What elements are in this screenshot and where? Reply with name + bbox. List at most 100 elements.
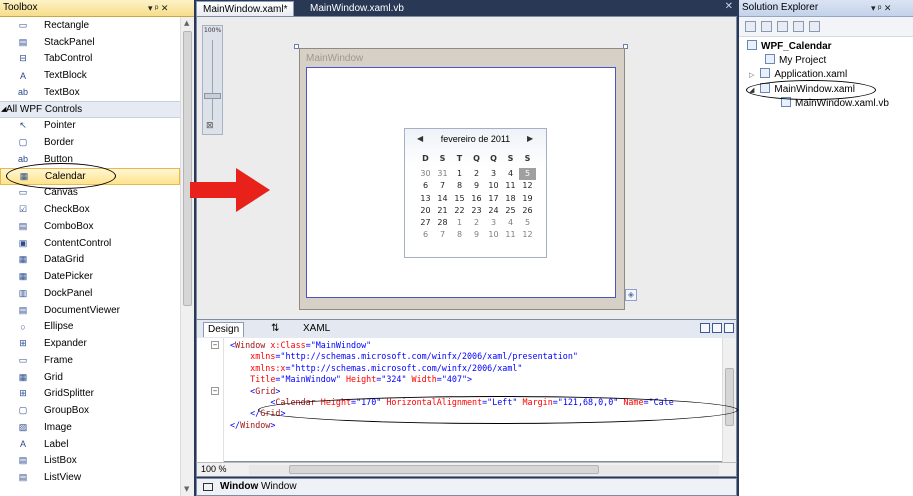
toolbox-item-expander[interactable]: ⊞ Expander — [0, 335, 180, 352]
calendar-day[interactable]: 7 — [434, 229, 451, 241]
xaml-zoom-select[interactable]: 100 % — [201, 464, 227, 474]
fold-toggle-icon[interactable]: − — [211, 387, 219, 395]
toolbox-item-textblock[interactable]: A TextBlock — [0, 67, 180, 84]
breadcrumb-item[interactable]: Window — [261, 481, 297, 492]
toolbox-item-documentviewer[interactable]: ▤ DocumentViewer — [0, 302, 180, 319]
toolbox-item-rectangle[interactable]: ▭ Rectangle — [0, 17, 180, 34]
calendar-day[interactable]: 31 — [434, 168, 451, 180]
zoom-fit-icon[interactable]: ⊠ — [206, 121, 214, 131]
view-designer-icon[interactable] — [809, 21, 820, 32]
calendar-day[interactable]: 17 — [485, 193, 502, 205]
fold-toggle-icon[interactable]: − — [211, 341, 219, 349]
toolbox-item-checkbox[interactable]: ☑ CheckBox — [0, 201, 180, 218]
calendar-day[interactable]: 2 — [468, 217, 485, 229]
toolbox-item-tabcontrol[interactable]: ⊟ TabControl — [0, 51, 180, 68]
calendar-day[interactable]: 26 — [519, 205, 536, 217]
scroll-down-icon[interactable]: ▼ — [184, 485, 189, 493]
collapse-arrow-icon[interactable]: ◢ — [749, 87, 754, 94]
toolbox-item-groupbox[interactable]: ▢ GroupBox — [0, 402, 180, 419]
properties-icon[interactable] — [745, 21, 756, 32]
code-line[interactable]: xmlns="http://schemas.microsoft.com/winf… — [230, 351, 720, 362]
calendar-day[interactable]: 12 — [519, 180, 536, 192]
xaml-editor[interactable]: − − <Window x:Class="MainWindow" xmlns="… — [196, 338, 737, 462]
tab-mainwindow-xaml[interactable]: MainWindow.xaml* — [196, 1, 295, 16]
calendar-day[interactable]: 11 — [502, 180, 519, 192]
calendar-day[interactable]: 18 — [502, 193, 519, 205]
toolbox-item-contentcontrol[interactable]: ▣ ContentControl — [0, 235, 180, 252]
code-line[interactable]: Title="MainWindow" Height="324" Width="4… — [230, 374, 720, 385]
resize-grip-icon[interactable]: ◈ — [625, 289, 637, 301]
calendar-day[interactable]: 15 — [451, 193, 468, 205]
toolbox-item-label[interactable]: A Label — [0, 436, 180, 453]
xaml-hscroll-thumb[interactable] — [289, 465, 599, 474]
tab-mainwindow-xaml-vb[interactable]: MainWindow.xaml.vb — [304, 1, 410, 16]
calendar-day[interactable]: 5 — [519, 217, 536, 229]
calendar-day[interactable]: 10 — [485, 180, 502, 192]
code-line[interactable]: <Window x:Class="MainWindow" — [230, 340, 720, 351]
calendar-day[interactable]: 22 — [451, 205, 468, 217]
toolbox-item-grid[interactable]: ▦ Grid — [0, 369, 180, 386]
xaml-code[interactable]: <Window x:Class="MainWindow" xmlns="http… — [230, 340, 720, 431]
calendar-day[interactable]: 11 — [502, 229, 519, 241]
expand-arrow-icon[interactable]: ▷ — [749, 72, 754, 79]
toolbox-section-header[interactable]: ◢ All WPF Controls — [0, 100, 180, 118]
toolbox-item-image[interactable]: ▨ Image — [0, 419, 180, 436]
calendar-day[interactable]: 6 — [417, 229, 434, 241]
toolbox-item-datepicker[interactable]: ▦ DatePicker — [0, 268, 180, 285]
calendar-day[interactable]: 5 — [519, 168, 536, 181]
toolbox-item-calendar[interactable]: ▦ Calendar — [0, 167, 180, 185]
xaml-vertical-scrollbar[interactable] — [722, 338, 736, 462]
calendar-day[interactable]: 20 — [417, 205, 434, 217]
swap-panes-button[interactable]: ⇅ — [267, 322, 283, 337]
calendar-day[interactable]: 12 — [519, 229, 536, 241]
calendar-day[interactable]: 13 — [417, 193, 434, 205]
calendar-day[interactable]: 6 — [417, 180, 434, 192]
xaml-horizontal-scrollbar[interactable] — [249, 465, 719, 475]
toolbox-item-combobox[interactable]: ▤ ComboBox — [0, 218, 180, 235]
solution-window-controls[interactable]: ▾ ᵖ ✕ — [871, 0, 891, 16]
toolbox-item-pointer[interactable]: ↖ Pointer — [0, 118, 180, 135]
calendar-day[interactable]: 1 — [451, 168, 468, 180]
code-line[interactable]: <Calendar Height="170" HorizontalAlignme… — [230, 397, 720, 408]
tree-item-mainwindow-xaml-vb[interactable]: MainWindow.xaml.vb — [781, 97, 889, 109]
calendar-day[interactable]: 7 — [434, 180, 451, 192]
scroll-up-icon[interactable]: ▲ — [184, 19, 189, 27]
code-line[interactable]: <Grid> — [230, 386, 720, 397]
tab-xaml[interactable]: XAML — [299, 322, 334, 337]
calendar-day[interactable]: 19 — [519, 193, 536, 205]
calendar-day[interactable]: 23 — [468, 205, 485, 217]
calendar-day[interactable]: 4 — [502, 217, 519, 229]
calendar-day[interactable]: 14 — [434, 193, 451, 205]
calendar-day[interactable]: 21 — [434, 205, 451, 217]
tree-item-application[interactable]: ▷ Application.xaml — [749, 68, 847, 80]
code-line[interactable]: </Window> — [230, 420, 720, 431]
zoom-slider[interactable]: 100% ⊠ — [202, 25, 223, 135]
breadcrumb-item[interactable]: Window — [220, 481, 258, 492]
calendar-day[interactable]: 24 — [485, 205, 502, 217]
tree-item-mainwindow-xaml[interactable]: ◢ MainWindow.xaml — [749, 83, 855, 95]
toolbox-item-button[interactable]: ab Button — [0, 151, 180, 168]
calendar-day[interactable]: 8 — [451, 229, 468, 241]
calendar-day[interactable]: 9 — [468, 180, 485, 192]
calendar-day[interactable]: 3 — [485, 168, 502, 180]
calendar-day[interactable]: 25 — [502, 205, 519, 217]
toolbox-item-border[interactable]: ▢ Border — [0, 134, 180, 151]
calendar-day[interactable]: 9 — [468, 229, 485, 241]
collapse-pane-icon[interactable] — [724, 323, 734, 333]
zoom-handle[interactable] — [204, 93, 221, 99]
tree-item-my-project[interactable]: My Project — [765, 54, 826, 66]
toolbox-item-datagrid[interactable]: ▦ DataGrid — [0, 252, 180, 269]
toolbox-item-dockpanel[interactable]: ▥ DockPanel — [0, 285, 180, 302]
code-line[interactable]: </Grid> — [230, 408, 720, 419]
code-line[interactable]: xmlns:x="http://schemas.microsoft.com/wi… — [230, 363, 720, 374]
toolbox-item-ellipse[interactable]: ○ Ellipse — [0, 319, 180, 336]
calendar-day[interactable]: 4 — [502, 168, 519, 180]
xaml-scroll-thumb[interactable] — [725, 368, 734, 426]
toolbox-item-canvas[interactable]: ▭ Canvas — [0, 185, 180, 202]
calendar-next-icon[interactable]: ▶ — [527, 134, 533, 143]
design-surface[interactable]: 100% ⊠ MainWindow ◈ ◀ fevereiro de 2011 … — [196, 16, 737, 320]
split-vertical-icon[interactable] — [700, 323, 710, 333]
calendar-day[interactable]: 28 — [434, 217, 451, 229]
toolbox-item-stackpanel[interactable]: ▤ StackPanel — [0, 34, 180, 51]
calendar-control[interactable]: ◀ fevereiro de 2011 ▶ DSTQQSS 30 31 1 2 3 4 5 6… — [404, 128, 547, 258]
